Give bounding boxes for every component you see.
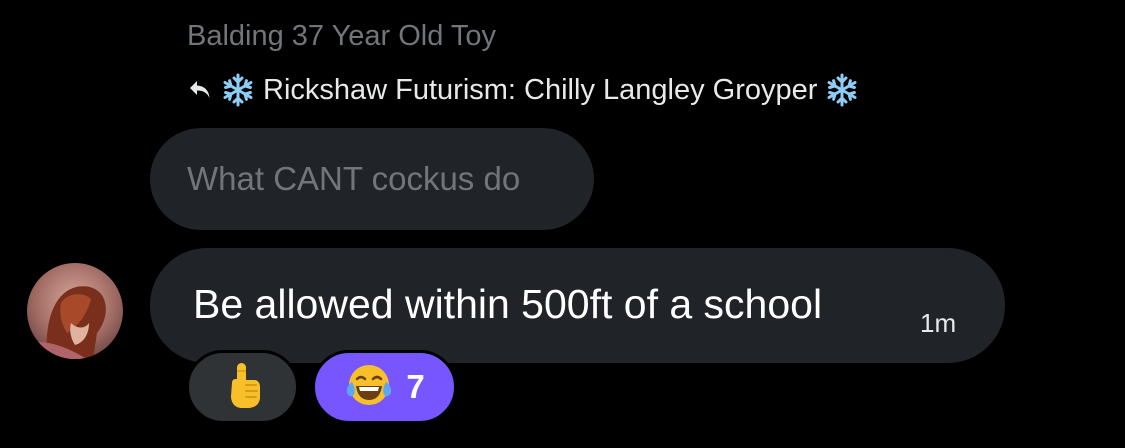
snowflake-icon: [221, 73, 255, 107]
reaction-pointing-up[interactable]: [186, 350, 299, 424]
quoted-message-bubble[interactable]: What CANT cockus do: [150, 128, 594, 230]
avatar[interactable]: [27, 263, 123, 359]
quoted-message-text: What CANT cockus do: [187, 160, 521, 197]
reply-arrow-icon: [187, 77, 213, 103]
tears-of-joy-icon: [344, 362, 394, 413]
message-timestamp: 1m: [920, 308, 957, 338]
pointing-up-icon: [224, 361, 262, 414]
snowflake-icon: [825, 73, 859, 107]
dm-conversation: Balding 37 Year Old Toy Rickshaw Futuris…: [0, 0, 1125, 448]
reaction-tears-of-joy[interactable]: 7: [312, 350, 457, 424]
reply-context[interactable]: Rickshaw Futurism: Chilly Langley Groype…: [187, 70, 859, 110]
replying-to-name: Rickshaw Futurism: Chilly Langley Groype…: [263, 73, 818, 106]
reaction-count: 7: [406, 368, 425, 405]
sender-name: Balding 37 Year Old Toy: [187, 20, 497, 52]
message-bubble[interactable]: Be allowed within 500ft of a school 1m: [150, 248, 1005, 363]
message-text: Be allowed within 500ft of a school: [193, 281, 823, 327]
